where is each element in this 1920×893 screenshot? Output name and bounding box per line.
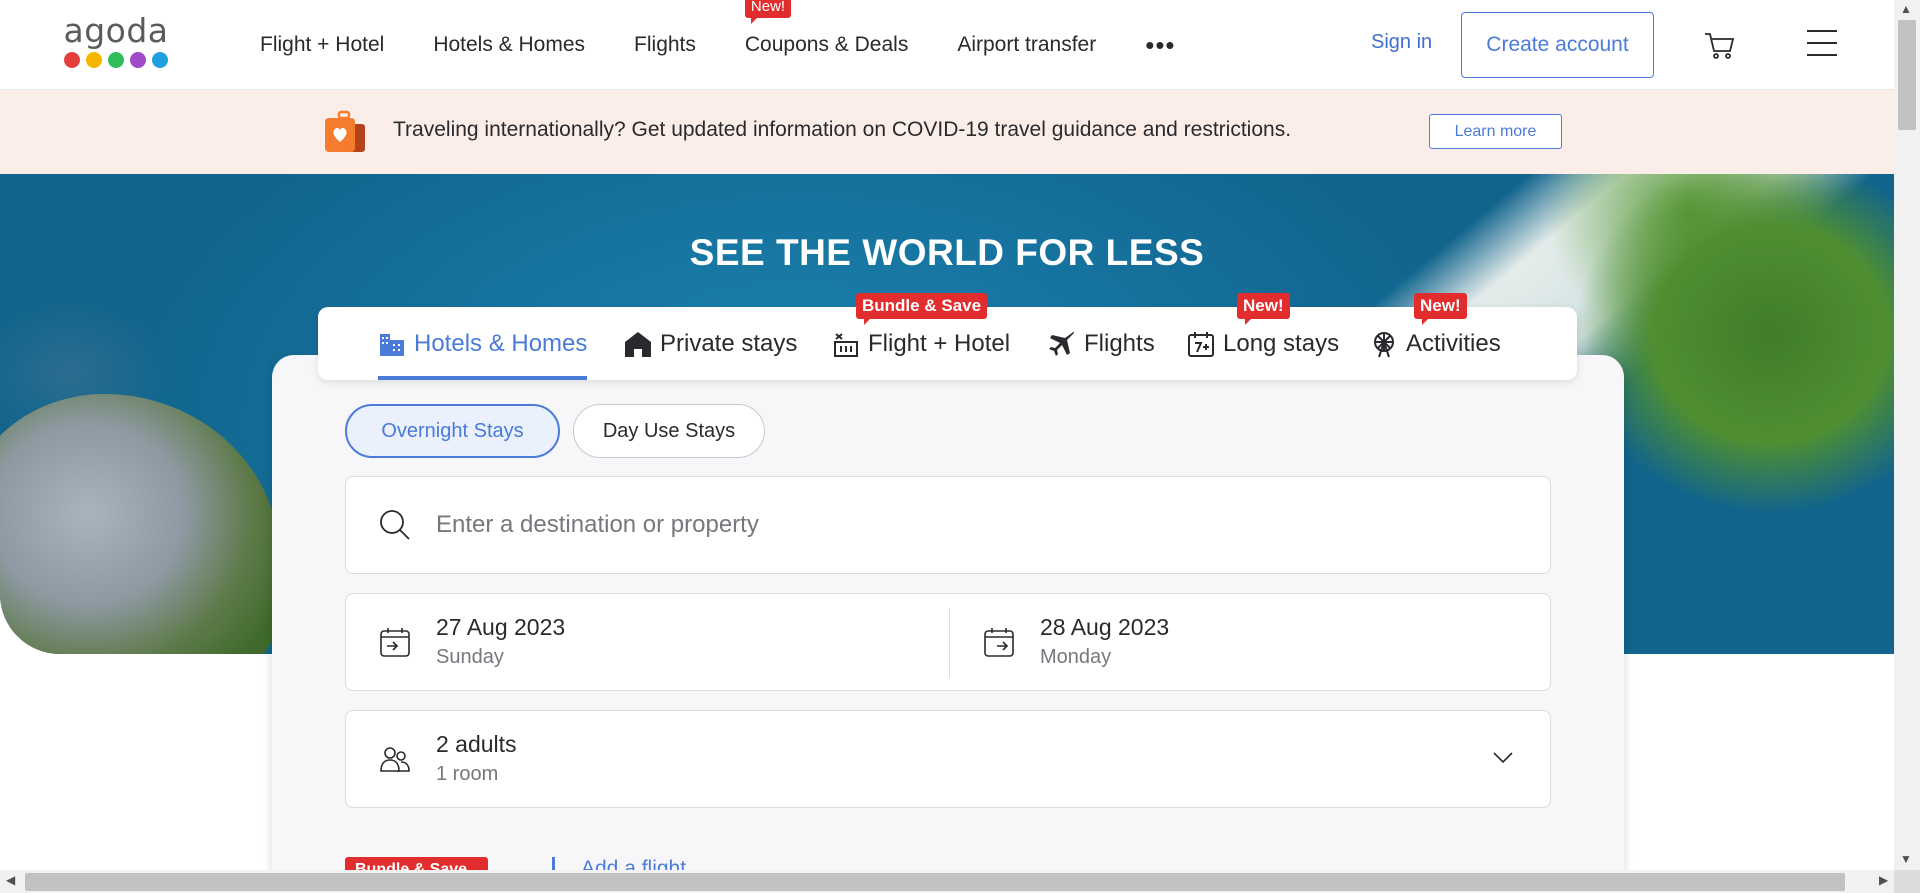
new-badge: New! bbox=[744, 0, 792, 24]
main-nav-links: Flight + Hotel Hotels & Homes Flights Ne… bbox=[260, 0, 1176, 90]
destination-search-box[interactable] bbox=[345, 476, 1551, 574]
check-in-day-text: Sunday bbox=[436, 646, 504, 668]
check-in-date-text: 27 Aug 2023 bbox=[436, 614, 566, 640]
hotel-building-icon bbox=[378, 330, 406, 358]
horizontal-scrollbar-thumb[interactable] bbox=[25, 873, 1845, 891]
new-badge: New! bbox=[1414, 293, 1467, 325]
nav-link-flight-hotel[interactable]: Flight + Hotel bbox=[260, 33, 384, 57]
check-out-date-text: 28 Aug 2023 bbox=[1040, 614, 1170, 640]
hamburger-menu-icon[interactable] bbox=[1806, 28, 1838, 58]
learn-more-button[interactable]: Learn more bbox=[1429, 114, 1562, 149]
tab-long-stays[interactable]: New! Long stays bbox=[1187, 293, 1340, 380]
tab-flight-hotel[interactable]: Bundle & Save Flight + Hotel bbox=[832, 293, 1011, 380]
top-navigation-bar: agoda Flight + Hotel Hotels & Homes Flig… bbox=[0, 0, 1894, 90]
overnight-stays-toggle[interactable]: Overnight Stays bbox=[345, 404, 560, 458]
day-use-stays-toggle[interactable]: Day Use Stays bbox=[573, 404, 765, 458]
occupancy-selector[interactable]: 2 adults 1 room bbox=[345, 710, 1551, 808]
tab-label: Flight + Hotel bbox=[868, 329, 1011, 357]
luggage-heart-icon bbox=[323, 110, 367, 154]
scroll-left-arrow-icon[interactable]: ◀ bbox=[6, 873, 15, 887]
more-dots-icon[interactable]: ••• bbox=[1145, 32, 1175, 58]
logo-dot-red bbox=[64, 52, 80, 68]
flight-hotel-icon bbox=[832, 330, 860, 358]
adults-count: 2 adults bbox=[436, 731, 517, 757]
search-tabs: Hotels & Homes Private stays Bundle & Sa… bbox=[318, 293, 1577, 380]
vertical-scrollbar-track[interactable] bbox=[1894, 0, 1920, 870]
tab-label: Flights bbox=[1084, 329, 1155, 357]
logo-dots bbox=[60, 52, 172, 68]
tab-private-stays[interactable]: Private stays bbox=[624, 307, 797, 380]
tab-activities[interactable]: New! Activities bbox=[1370, 293, 1501, 380]
cart-icon[interactable] bbox=[1703, 28, 1737, 62]
guests-icon bbox=[379, 743, 411, 775]
check-in-date[interactable]: 27 Aug 2023 Sunday bbox=[346, 594, 936, 692]
ferris-wheel-icon bbox=[1370, 330, 1398, 358]
calendar-check-out-icon bbox=[983, 626, 1015, 658]
create-account-button[interactable]: Create account bbox=[1461, 12, 1654, 78]
logo-dot-blue bbox=[152, 52, 168, 68]
nav-link-hotels-homes[interactable]: Hotels & Homes bbox=[433, 33, 585, 57]
vertical-scrollbar-thumb[interactable] bbox=[1898, 20, 1916, 130]
destination-input[interactable] bbox=[436, 507, 1516, 543]
rooms-count: 1 room bbox=[436, 763, 499, 785]
calendar-7-icon bbox=[1187, 330, 1215, 358]
tab-flights[interactable]: Flights bbox=[1048, 307, 1155, 380]
scrollbar-corner bbox=[1894, 870, 1920, 893]
check-out-day-text: Monday bbox=[1040, 646, 1112, 668]
scroll-up-arrow-icon[interactable]: ▲ bbox=[1900, 2, 1912, 16]
tab-label: Private stays bbox=[660, 329, 798, 357]
bundle-save-badge: Bundle & Save bbox=[856, 293, 988, 325]
logo-dot-green bbox=[108, 52, 124, 68]
house-icon bbox=[624, 330, 652, 358]
tab-label: Long stays bbox=[1223, 329, 1340, 357]
nav-link-label: Coupons & Deals bbox=[744, 33, 909, 56]
covid-travel-banner: Traveling internationally? Get updated i… bbox=[0, 90, 1894, 174]
nav-link-coupons-deals[interactable]: New! Coupons & Deals bbox=[744, 0, 909, 57]
nav-link-airport-transfer[interactable]: Airport transfer bbox=[957, 33, 1096, 57]
logo-dot-purple bbox=[130, 52, 146, 68]
check-out-date[interactable]: 28 Aug 2023 Monday bbox=[950, 594, 1540, 692]
new-badge: New! bbox=[1237, 293, 1290, 325]
tab-label: Activities bbox=[1406, 329, 1501, 357]
tab-label: Hotels & Homes bbox=[414, 329, 588, 357]
hero-title: SEE THE WORLD FOR LESS bbox=[689, 232, 1205, 273]
date-picker: 27 Aug 2023 Sunday 28 Aug 2023 Monday bbox=[345, 593, 1551, 691]
scroll-right-arrow-icon[interactable]: ▶ bbox=[1879, 873, 1888, 887]
logo-dot-yellow bbox=[86, 52, 102, 68]
nav-link-flights[interactable]: Flights bbox=[634, 33, 696, 57]
sign-in-link[interactable]: Sign in bbox=[1371, 31, 1432, 54]
tab-hotels-homes[interactable]: Hotels & Homes bbox=[378, 307, 588, 380]
search-icon bbox=[379, 509, 411, 541]
chevron-down-icon bbox=[1492, 751, 1514, 765]
banner-message: Traveling internationally? Get updated i… bbox=[393, 118, 1292, 141]
agoda-logo[interactable]: agoda bbox=[60, 14, 172, 74]
calendar-check-in-icon bbox=[379, 626, 411, 658]
scroll-down-arrow-icon[interactable]: ▼ bbox=[1900, 852, 1912, 866]
hero-background-cliff bbox=[0, 394, 280, 654]
airplane-icon bbox=[1048, 330, 1076, 358]
logo-wordmark: agoda bbox=[63, 11, 169, 50]
